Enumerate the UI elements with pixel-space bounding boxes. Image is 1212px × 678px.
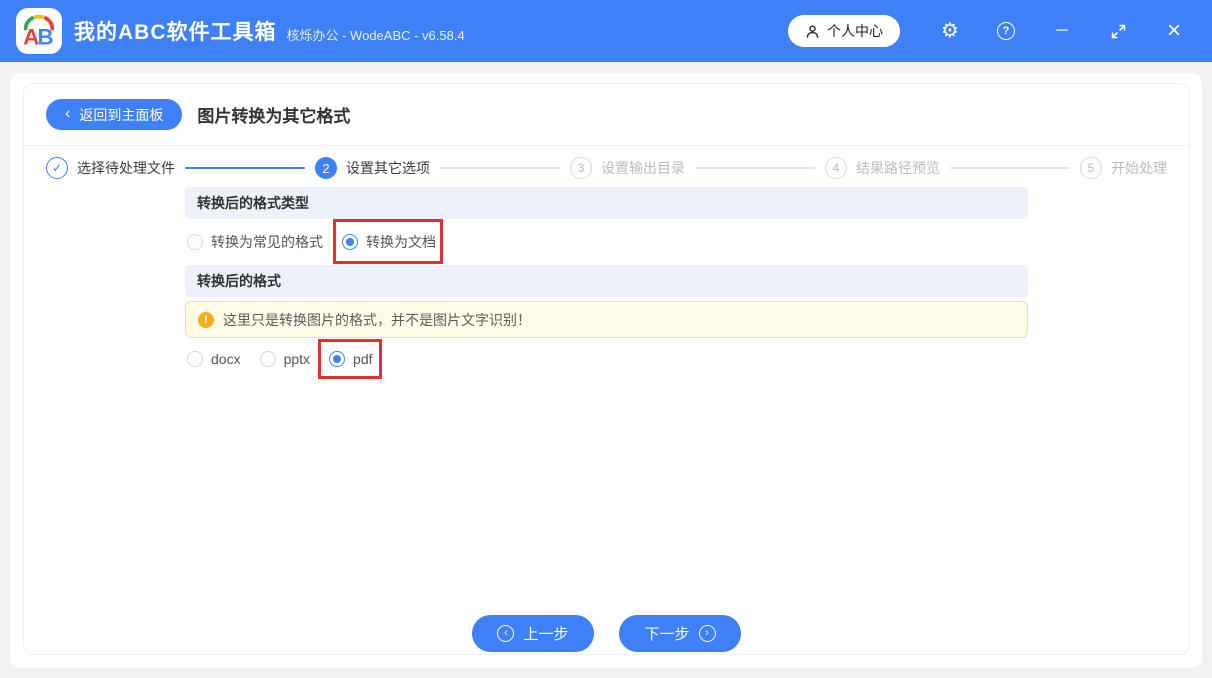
abc-logo-icon: A B — [19, 11, 59, 51]
arrow-left-glyph: ‹ — [504, 628, 508, 639]
radio-pptx[interactable]: pptx — [260, 351, 310, 367]
step-2-number: 2 — [315, 157, 337, 179]
step-1-select-files: ✓ 选择待处理文件 — [46, 157, 175, 179]
radio-docx-label: docx — [211, 351, 241, 367]
warning-text: 这里只是转换图片的格式，并不是图片文字识别！ — [223, 310, 531, 330]
help-icon: ? — [997, 22, 1015, 40]
step-3-label: 设置输出目录 — [601, 158, 685, 178]
radio-unchecked-icon[interactable] — [260, 351, 276, 367]
radio-unchecked-icon[interactable] — [187, 234, 203, 250]
radio-pdf-label: pdf — [353, 351, 372, 367]
warning-banner: ! 这里只是转换图片的格式，并不是图片文字识别！ — [185, 301, 1028, 338]
step-wizard: ✓ 选择待处理文件 2 设置其它选项 3 设置输出目录 4 结果路径预览 5 开… — [24, 146, 1189, 179]
check-icon: ✓ — [46, 157, 68, 179]
radio-docx[interactable]: docx — [187, 351, 241, 367]
step-connector — [950, 167, 1070, 169]
section-format-type-header: 转换后的格式类型 — [185, 187, 1028, 219]
arrow-right-glyph: › — [705, 628, 709, 639]
radio-checked-icon[interactable] — [342, 234, 358, 250]
user-center-label: 个人中心 — [827, 21, 883, 41]
close-button[interactable]: × — [1146, 11, 1202, 51]
person-icon — [805, 24, 820, 39]
app-subtitle: 核烁办公 - WodeABC - v6.58.4 — [287, 25, 465, 44]
step-4-result-preview: 4 结果路径预览 — [825, 157, 940, 179]
section-output-format-header: 转换后的格式 — [185, 265, 1028, 297]
tool-panel: ‹ 返回到主面板 图片转换为其它格式 ✓ 选择待处理文件 2 设置其它选项 3 … — [23, 83, 1190, 655]
radio-pdf[interactable]: pdf — [329, 351, 372, 367]
step-connector-done — [185, 167, 305, 169]
panel-header: ‹ 返回到主面板 图片转换为其它格式 — [24, 84, 1189, 146]
radio-pptx-label: pptx — [284, 351, 310, 367]
circle-arrow-right-icon: › — [699, 625, 716, 642]
back-button-label: 返回到主面板 — [79, 105, 163, 125]
app-title: 我的ABC软件工具箱 — [74, 16, 277, 46]
chevron-left-icon: ‹ — [65, 106, 70, 122]
page-title: 图片转换为其它格式 — [197, 102, 350, 127]
maximize-button[interactable] — [1090, 11, 1146, 51]
section-format-type-title: 转换后的格式类型 — [197, 193, 309, 213]
radio-checked-icon[interactable] — [329, 351, 345, 367]
previous-step-label: 上一步 — [523, 623, 568, 644]
next-step-button[interactable]: 下一步 › — [619, 615, 741, 652]
step-3-output-dir: 3 设置输出目录 — [570, 157, 685, 179]
back-to-dashboard-button[interactable]: ‹ 返回到主面板 — [46, 99, 182, 130]
step-5-start-process: 5 开始处理 — [1080, 157, 1167, 179]
section-output-format-title: 转换后的格式 — [197, 271, 281, 291]
radio-common-format-label: 转换为常见的格式 — [211, 232, 323, 252]
help-button[interactable]: ? — [978, 11, 1034, 51]
close-icon: × — [1167, 19, 1181, 43]
radio-document-format[interactable]: 转换为文档 — [342, 232, 436, 252]
step-4-label: 结果路径预览 — [856, 158, 940, 178]
step-5-number: 5 — [1080, 157, 1102, 179]
minimize-button[interactable]: ─ — [1034, 11, 1090, 51]
step-connector — [695, 167, 815, 169]
step-2-label: 设置其它选项 — [346, 158, 430, 178]
warning-icon: ! — [198, 312, 214, 328]
app-logo: A B — [16, 8, 62, 54]
minimize-icon: ─ — [1056, 23, 1067, 39]
gear-icon: ⚙ — [941, 21, 959, 41]
step-1-label: 选择待处理文件 — [77, 158, 175, 178]
format-type-options: 转换为常见的格式 转换为文档 — [185, 219, 1028, 265]
output-format-options: docx pptx pdf — [185, 338, 1028, 380]
step-3-number: 3 — [570, 157, 592, 179]
circle-arrow-left-icon: ‹ — [497, 625, 514, 642]
maximize-icon — [1110, 23, 1127, 40]
previous-step-button[interactable]: ‹ 上一步 — [472, 615, 594, 652]
step-2-set-options: 2 设置其它选项 — [315, 157, 430, 179]
step-5-label: 开始处理 — [1111, 158, 1167, 178]
options-content: 转换后的格式类型 转换为常见的格式 转换为文档 转换后的格式 ! 这里只是转换图… — [185, 179, 1028, 615]
radio-document-format-label: 转换为文档 — [366, 232, 436, 252]
titlebar: A B 我的ABC软件工具箱 核烁办公 - WodeABC - v6.58.4 … — [0, 0, 1212, 62]
logo-letter-b: B — [37, 24, 53, 49]
next-step-label: 下一步 — [644, 623, 689, 644]
step-connector — [440, 167, 560, 169]
step-4-number: 4 — [825, 157, 847, 179]
main-panel: ‹ 返回到主面板 图片转换为其它格式 ✓ 选择待处理文件 2 设置其它选项 3 … — [10, 73, 1202, 668]
settings-button[interactable]: ⚙ — [922, 11, 978, 51]
radio-unchecked-icon[interactable] — [187, 351, 203, 367]
wizard-footer: ‹ 上一步 下一步 › — [24, 615, 1189, 654]
user-center-button[interactable]: 个人中心 — [788, 15, 900, 47]
radio-common-format[interactable]: 转换为常见的格式 — [187, 232, 323, 252]
